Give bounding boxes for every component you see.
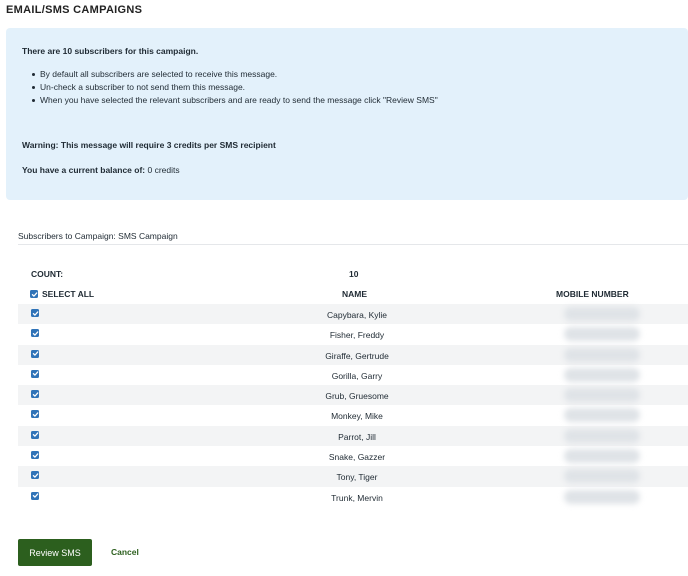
mobile-number-redacted — [564, 428, 640, 443]
count-label: COUNT: — [31, 269, 64, 279]
mobile-number-redacted — [564, 489, 640, 504]
section-title: Subscribers to Campaign: SMS Campaign — [18, 231, 178, 241]
checkmark-icon — [31, 291, 37, 297]
subscriber-table: Capybara, Kylie Fisher, Freddy Giraffe, … — [18, 304, 688, 507]
subscriber-name: Monkey, Mike — [331, 411, 383, 422]
review-sms-button[interactable]: Review SMS — [18, 539, 92, 566]
cancel-link[interactable]: Cancel — [111, 547, 139, 557]
mobile-number-redacted — [564, 327, 640, 342]
table-row: Monkey, Mike — [18, 405, 688, 425]
table-row: Giraffe, Gertrude — [18, 344, 688, 365]
column-header-name: NAME — [342, 289, 368, 299]
select-all-label: SELECT ALL — [42, 289, 95, 299]
balance-line: You have a current balance of: 0 credits — [22, 165, 180, 175]
instructions-list: By default all subscribers are selected … — [22, 68, 672, 106]
credits-warning: Warning: This message will require 3 cre… — [22, 140, 276, 150]
page-title: EMAIL/SMS CAMPAIGNS — [6, 4, 143, 16]
subscriber-name: Snake, Gazzer — [328, 452, 386, 463]
mobile-number-redacted — [564, 388, 640, 403]
table-row: Parrot, Jill — [18, 425, 688, 447]
balance-value: 0 credits — [147, 165, 180, 175]
subscriber-name: Parrot, Jill — [338, 431, 376, 442]
select-all[interactable]: SELECT ALL — [30, 289, 94, 299]
mobile-number-redacted — [564, 469, 640, 484]
instruction-item: Un-check a subscriber to not send them t… — [32, 81, 672, 94]
mobile-number-redacted — [564, 307, 640, 321]
table-row: Trunk, Mervin — [18, 487, 688, 507]
section-divider — [18, 244, 688, 245]
table-row: Fisher, Freddy — [18, 324, 688, 344]
subscriber-name: Trunk, Mervin — [331, 492, 383, 503]
select-all-checkbox[interactable] — [30, 290, 38, 298]
mobile-number-redacted — [564, 449, 640, 464]
table-row: Snake, Gazzer — [18, 446, 688, 466]
info-box: There are 10 subscribers for this campai… — [6, 28, 688, 200]
table-row: Grub, Gruesome — [18, 385, 688, 406]
mobile-number-redacted — [564, 408, 640, 423]
table-row: Gorilla, Garry — [18, 365, 688, 385]
column-header-mobile: MOBILE NUMBER — [556, 289, 629, 299]
table-row: Capybara, Kylie — [18, 304, 688, 325]
subscriber-name: Gorilla, Garry — [331, 370, 383, 381]
instruction-item: By default all subscribers are selected … — [32, 68, 672, 81]
table-row: Tony, Tiger — [18, 466, 688, 487]
subscriber-name: Giraffe, Gertrude — [325, 350, 389, 361]
instruction-item: When you have selected the relevant subs… — [32, 94, 672, 107]
table-header: SELECT ALL NAME MOBILE NUMBER — [18, 288, 688, 302]
subscriber-name: Fisher, Freddy — [329, 330, 385, 341]
subscriber-name: Capybara, Kylie — [326, 310, 387, 320]
subscriber-count-headline: There are 10 subscribers for this campai… — [22, 46, 199, 56]
subscriber-name: Grub, Gruesome — [325, 391, 389, 402]
balance-label: You have a current balance of: — [22, 165, 146, 175]
count-value: 10 — [349, 269, 359, 279]
mobile-number-redacted — [564, 367, 640, 382]
subscriber-name: Tony, Tiger — [336, 472, 378, 483]
mobile-number-redacted — [564, 347, 640, 362]
